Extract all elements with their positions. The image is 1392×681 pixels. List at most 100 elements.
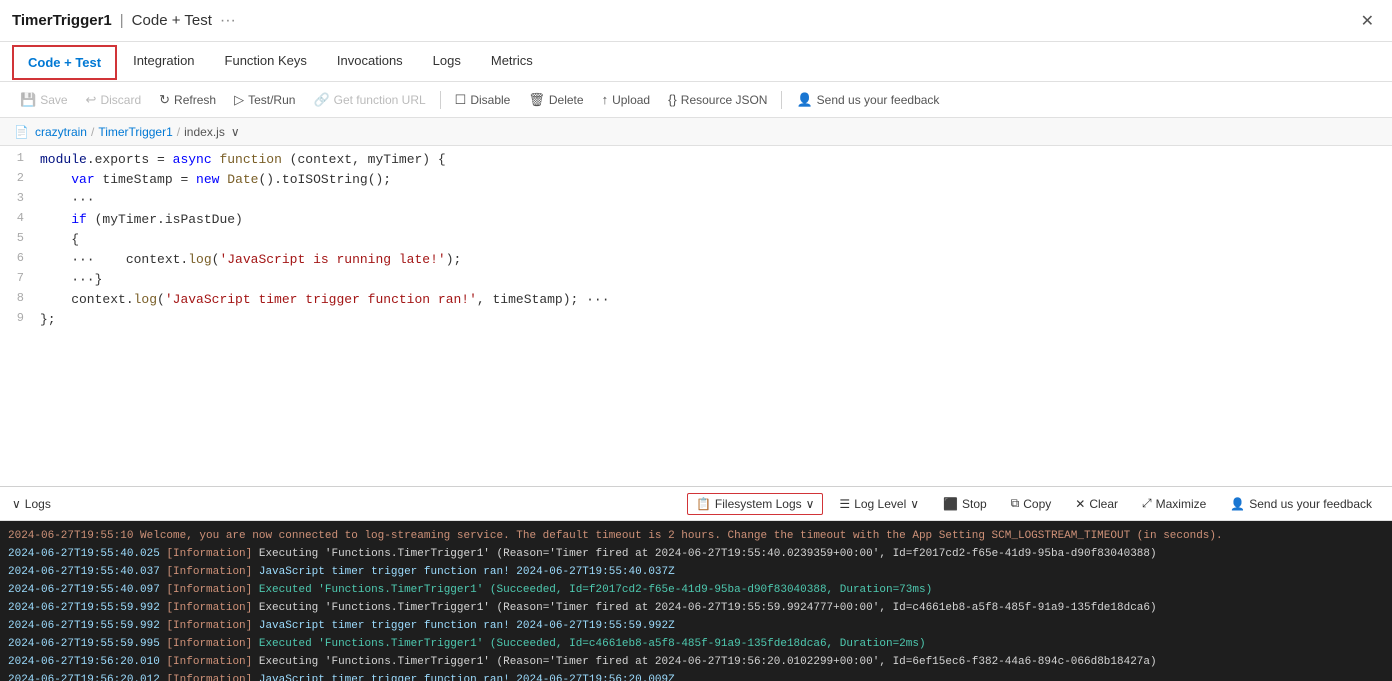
code-line: 2 var timeStamp = new Date().toISOString…: [0, 170, 1392, 190]
line-number: 2: [0, 170, 36, 190]
line-content: if (myTimer.isPastDue): [36, 210, 1392, 230]
toolbar: 💾 Save ↩ Discard ↻ Refresh ▷ Test/Run 🔗 …: [0, 82, 1392, 118]
main-area: 1module.exports = async function (contex…: [0, 146, 1392, 681]
stop-icon: ⬛: [943, 497, 958, 511]
logs-chevron-icon: ∨: [12, 497, 21, 511]
line-number: 6: [0, 250, 36, 270]
resource-json-button[interactable]: {} Resource JSON: [660, 88, 775, 111]
clear-button[interactable]: ✕ Clear: [1067, 494, 1126, 514]
log-message: Executing 'Functions.TimerTrigger1' (Rea…: [259, 656, 1157, 668]
tab-code-test[interactable]: Code + Test: [12, 45, 117, 80]
maximize-icon: ⤢: [1142, 496, 1152, 511]
discard-button[interactable]: ↩ Discard: [78, 88, 150, 112]
log-level-text: [Information]: [166, 602, 258, 614]
log-timestamp: 2024-06-27T19:55:59.992: [8, 602, 166, 614]
maximize-button[interactable]: ⤢ Maximize: [1134, 493, 1214, 514]
code-line: 4 if (myTimer.isPastDue): [0, 210, 1392, 230]
code-line: 5 {: [0, 230, 1392, 250]
code-line: 8 context.log('JavaScript timer trigger …: [0, 290, 1392, 310]
delete-icon: 🗑: [528, 92, 545, 108]
line-content: var timeStamp = new Date().toISOString()…: [36, 170, 1392, 190]
breadcrumb-part-2[interactable]: TimerTrigger1: [98, 125, 172, 139]
feedback-icon: 👤: [796, 92, 812, 108]
line-number: 5: [0, 230, 36, 250]
tab-invocations[interactable]: Invocations: [323, 45, 417, 78]
filesystem-logs-chevron: ∨: [806, 497, 815, 511]
log-timestamp: 2024-06-27T19:56:20.012: [8, 674, 166, 681]
logs-feedback-button[interactable]: 👤 Send us your feedback: [1222, 494, 1380, 514]
title-tab-name: Code + Test: [132, 12, 212, 29]
code-line: 1module.exports = async function (contex…: [0, 150, 1392, 170]
log-timestamp: 2024-06-27T19:55:40.097: [8, 584, 166, 596]
log-message: JavaScript timer trigger function ran! 2…: [259, 620, 675, 632]
toolbar-feedback-button[interactable]: 👤 Send us your feedback: [788, 88, 947, 112]
toolbar-separator-1: [440, 91, 441, 109]
title-separator: |: [120, 12, 124, 29]
upload-button[interactable]: ↑ Upload: [594, 88, 659, 111]
toolbar-separator-2: [781, 91, 782, 109]
log-level-text: [Information]: [166, 548, 258, 560]
title-more-options[interactable]: ···: [220, 12, 236, 30]
filesystem-logs-icon: 📋: [696, 497, 711, 511]
filesystem-logs-button[interactable]: 📋 Filesystem Logs ∨: [687, 493, 823, 515]
logs-panel: ∨ Logs 📋 Filesystem Logs ∨ ☰ Log Level ∨…: [0, 486, 1392, 681]
log-level-chevron: ∨: [910, 497, 919, 511]
breadcrumb-part-1[interactable]: crazytrain: [35, 125, 87, 139]
close-button[interactable]: ✕: [1355, 9, 1380, 33]
log-line: 2024-06-27T19:56:20.012 [Information] Ja…: [8, 671, 1384, 681]
test-run-icon: ▷: [234, 92, 244, 108]
delete-button[interactable]: 🗑 Delete: [520, 88, 591, 112]
code-lines: 1module.exports = async function (contex…: [0, 146, 1392, 334]
log-line: 2024-06-27T19:55:10 Welcome, you are now…: [8, 527, 1384, 545]
log-timestamp: 2024-06-27T19:55:40.037: [8, 566, 166, 578]
log-line: 2024-06-27T19:55:40.025 [Information] Ex…: [8, 545, 1384, 563]
tab-logs[interactable]: Logs: [419, 45, 475, 78]
log-line: 2024-06-27T19:55:59.992 [Information] Ex…: [8, 599, 1384, 617]
breadcrumb-part-3: index.js: [184, 125, 225, 139]
log-level-text: [Information]: [166, 620, 258, 632]
code-line: 7 ···}: [0, 270, 1392, 290]
get-function-url-button[interactable]: 🔗 Get function URL: [305, 88, 433, 112]
line-content: context.log('JavaScript timer trigger fu…: [36, 290, 1392, 310]
disable-button[interactable]: ☐ Disable: [447, 88, 519, 112]
line-number: 3: [0, 190, 36, 210]
log-level-text: [Information]: [166, 656, 258, 668]
line-content: module.exports = async function (context…: [36, 150, 1392, 170]
clear-icon: ✕: [1075, 497, 1085, 511]
log-message: Executed 'Functions.TimerTrigger1' (Succ…: [259, 584, 932, 596]
code-line: 6 ··· context.log('JavaScript is running…: [0, 250, 1392, 270]
log-level-icon: ☰: [839, 497, 850, 511]
save-button[interactable]: 💾 Save: [12, 88, 76, 112]
line-number: 1: [0, 150, 36, 170]
refresh-button[interactable]: ↻ Refresh: [151, 88, 224, 112]
log-level-text: [Information]: [166, 674, 258, 681]
breadcrumb-sep-1: /: [91, 125, 94, 139]
tab-integration[interactable]: Integration: [119, 45, 208, 78]
log-timestamp: 2024-06-27T19:55:40.025: [8, 548, 166, 560]
logs-collapse-button[interactable]: ∨ Logs: [12, 497, 51, 511]
line-content: {: [36, 230, 1392, 250]
tab-metrics[interactable]: Metrics: [477, 45, 547, 78]
code-editor[interactable]: 1module.exports = async function (contex…: [0, 146, 1392, 486]
test-run-button[interactable]: ▷ Test/Run: [226, 88, 303, 112]
line-content: };: [36, 310, 1392, 330]
line-content: ··· context.log('JavaScript is running l…: [36, 250, 1392, 270]
log-line: 2024-06-27T19:56:20.010 [Information] Ex…: [8, 653, 1384, 671]
breadcrumb-chevron[interactable]: ∨: [231, 125, 240, 139]
line-content: ···: [36, 190, 1392, 210]
breadcrumb: 📄 crazytrain / TimerTrigger1 / index.js …: [0, 118, 1392, 146]
log-line: 2024-06-27T19:55:40.037 [Information] Ja…: [8, 563, 1384, 581]
copy-button[interactable]: ⧉ Copy: [1003, 493, 1060, 514]
tab-function-keys[interactable]: Function Keys: [211, 45, 321, 78]
log-level-text: [Information]: [166, 638, 258, 650]
save-icon: 💾: [20, 92, 36, 108]
log-timestamp: 2024-06-27T19:56:20.010: [8, 656, 166, 668]
stop-button[interactable]: ⬛ Stop: [935, 494, 995, 514]
log-level-button[interactable]: ☰ Log Level ∨: [831, 494, 927, 514]
log-output[interactable]: 2024-06-27T19:55:10 Welcome, you are now…: [0, 521, 1392, 681]
function-name: TimerTrigger1: [12, 12, 112, 29]
code-line: 3 ···: [0, 190, 1392, 210]
log-line: 2024-06-27T19:55:40.097 [Information] Ex…: [8, 581, 1384, 599]
code-line: 9};: [0, 310, 1392, 330]
line-number: 9: [0, 310, 36, 330]
